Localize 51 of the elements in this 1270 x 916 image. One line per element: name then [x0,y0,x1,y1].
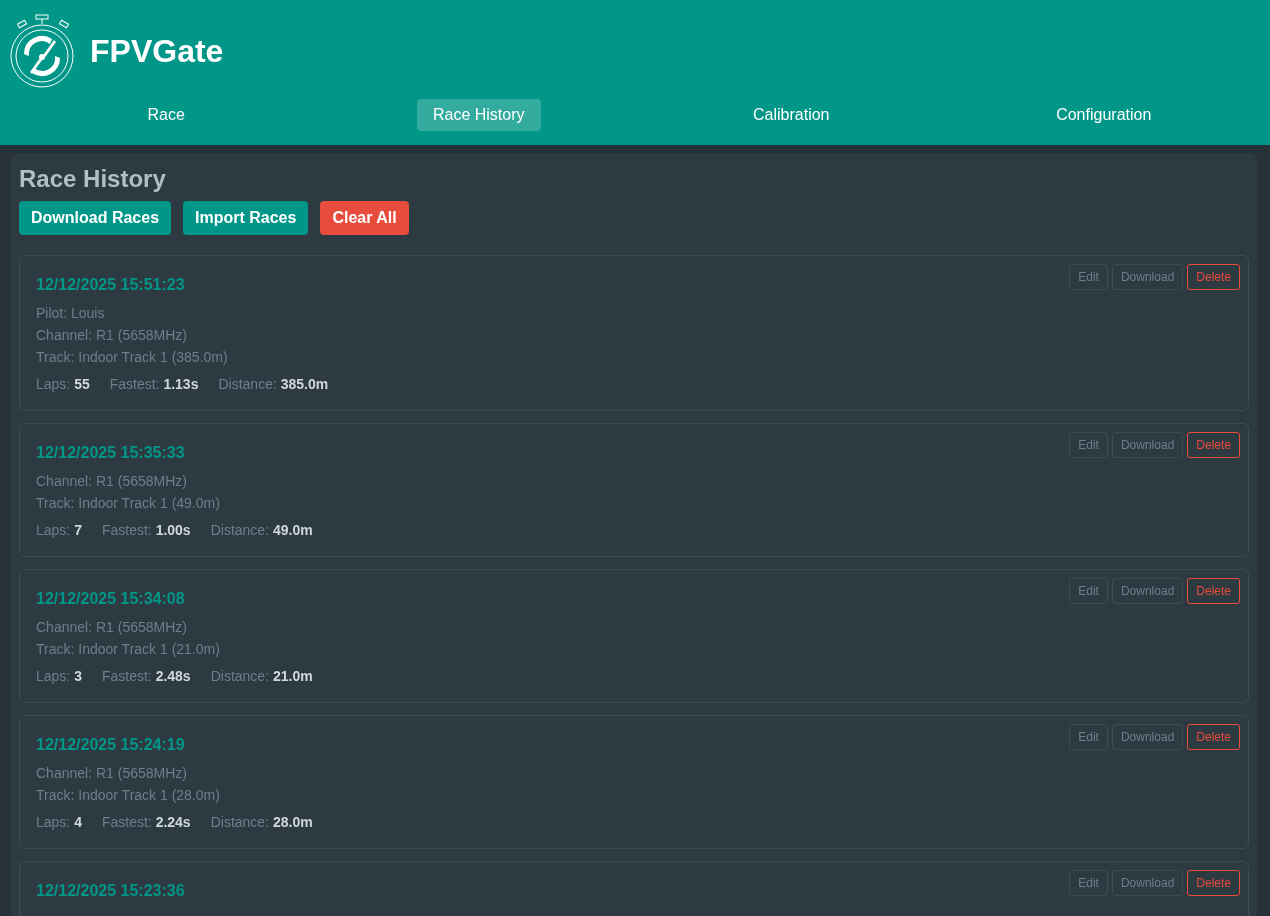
card-button[interactable]: Edit [1069,432,1108,458]
action-button[interactable]: Import Races [183,201,309,235]
card-button[interactable]: Download [1111,264,1184,290]
card-button[interactable]: Delete [1187,578,1240,604]
race-date: 12/12/2025 15:24:19 [36,736,185,754]
card-button[interactable]: Edit [1069,870,1108,896]
race-detail: Channel: R1 (5658MHz) [36,618,187,637]
card-button[interactable]: Download [1111,870,1184,896]
race-stat: Laps: 3 [36,668,82,684]
race-date: 12/12/2025 15:35:33 [36,444,185,462]
race-detail: Track: Indoor Track 1 (49.0m) [36,494,220,513]
card-button[interactable]: Delete [1187,432,1240,458]
nav-tab[interactable]: Configuration [1040,99,1168,131]
nav-tab[interactable]: Race History [416,99,541,131]
race-stat: Distance: 385.0m [218,376,329,392]
race-stat: Distance: 49.0m [210,522,313,538]
action-button[interactable]: Download Races [19,201,172,235]
page-title: Race History [19,165,167,193]
race-stat: Fastest: 1.13s [109,376,199,392]
race-stat: Fastest: 2.48s [101,668,191,684]
race-detail: Track: Indoor Track 1 (21.0m) [36,640,220,659]
stopwatch-logo-icon [10,14,76,88]
card-button[interactable]: Download [1111,578,1184,604]
race-stat: Distance: 21.0m [210,668,313,684]
race-stat: Fastest: 2.24s [101,814,191,830]
card-button[interactable]: Download [1111,432,1184,458]
nav-tab[interactable]: Race [131,99,201,131]
app-title: FPVGate [90,32,224,70]
card-button[interactable]: Delete [1187,870,1240,896]
card-button[interactable]: Download [1111,724,1184,750]
race-stat: Fastest: 1.00s [101,522,191,538]
nav-tab[interactable]: Calibration [737,99,846,131]
race-stat: Laps: 55 [36,376,90,392]
card-button[interactable]: Delete [1187,264,1240,290]
race-date: 12/12/2025 15:34:08 [36,590,185,608]
race-detail: Channel: R1 (5658MHz) [36,472,187,491]
card-button[interactable]: Delete [1187,724,1240,750]
race-detail: Channel: R1 (5658MHz) [36,764,187,783]
race-detail: Track: Indoor Track 1 (28.0m) [36,786,220,805]
race-date: 12/12/2025 15:23:36 [36,882,185,900]
race-detail: Channel: R1 (5658MHz) [36,326,187,345]
race-stat: Distance: 28.0m [210,814,313,830]
race-detail: Pilot: Louis [36,304,105,323]
race-date: 12/12/2025 15:51:23 [36,276,185,294]
race-detail: Track: Indoor Track 1 (385.0m) [36,348,228,367]
card-button[interactable]: Edit [1069,264,1108,290]
race-stat: Laps: 7 [36,522,82,538]
card-button[interactable]: Edit [1069,578,1108,604]
card-button[interactable]: Edit [1069,724,1108,750]
clear-all-button[interactable]: Clear All [320,201,409,235]
race-stat: Laps: 4 [36,814,82,830]
